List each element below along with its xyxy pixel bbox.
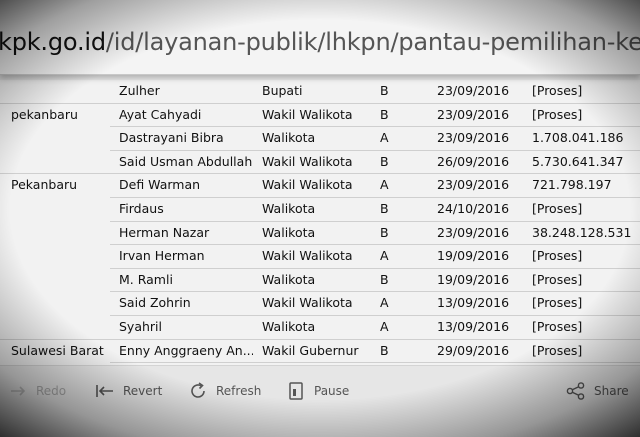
row-group: B <box>380 153 389 169</box>
pause-button[interactable]: Pause <box>288 380 349 402</box>
row-position: Wakil Walikota <box>262 295 353 311</box>
row-value: 721.798.197 <box>532 177 612 193</box>
row-date: 23/09/2016 <box>437 224 510 240</box>
row-date: 13/09/2016 <box>437 319 510 334</box>
row-region: Pekanbaru <box>11 177 78 193</box>
row-name: M. Ramli <box>119 271 173 287</box>
row-region: Sulawesi Barat <box>11 342 104 358</box>
redo-icon <box>11 386 26 396</box>
row-value: [Proses] <box>532 342 583 358</box>
row-date: 19/09/2016 <box>437 248 510 264</box>
row-value: 38.248.128.531 <box>532 224 632 240</box>
row-date: 23/09/2016 <box>437 106 510 122</box>
row-position: Bupati <box>262 83 303 98</box>
row-name: Said Usman Abdullah <box>119 153 253 169</box>
row-value: [Proses] <box>532 271 583 287</box>
row-value: [Proses] <box>532 201 583 216</box>
row-value: 1.708.041.186 <box>532 130 624 146</box>
url-path: /id/layanan-publik/lhkpn/pantau-pemiliha… <box>105 28 640 56</box>
revert-label: Revert <box>123 384 163 398</box>
row-name: Irvan Herman <box>119 248 205 264</box>
table-row: Herman Nazar Walikota B 23/09/2016 38.248.12… <box>0 222 640 246</box>
row-value: [Proses] <box>532 106 583 122</box>
row-name: Firdaus <box>119 201 164 216</box>
table-row: Syahril Walikota A 13/09/2016 [Proses] <box>0 316 640 340</box>
row-value: [Proses] <box>532 295 583 311</box>
row-name: Dastrayani Bibra <box>119 130 224 146</box>
row-date: 26/09/2016 <box>437 153 510 169</box>
row-position: Wakil Walikota <box>262 153 353 169</box>
address-bar[interactable]: kpk.go.id/id/layanan-publik/lhkpn/pantau… <box>0 0 640 75</box>
revert-icon <box>96 385 113 397</box>
redo-label: Redo <box>36 384 67 398</box>
row-region: pekanbaru <box>11 106 78 122</box>
row-date: 23/09/2016 <box>437 130 510 146</box>
row-group: A <box>380 130 389 146</box>
row-group: A <box>380 295 389 311</box>
share-label: Share <box>594 384 629 398</box>
row-date: 23/09/2016 <box>437 83 510 98</box>
row-name: Herman Nazar <box>119 224 210 240</box>
row-group: A <box>380 248 389 264</box>
row-position: Wakil Walikota <box>262 106 353 122</box>
table-row: Sulawesi Barat Enny Anggraeny An... Wakil … <box>0 340 640 364</box>
table-row: Said Zohrin Wakil Walikota A 13/09/2016 [Pro… <box>0 292 640 316</box>
row-position: Wakil Walikota <box>262 177 353 193</box>
pause-label: Pause <box>314 384 350 398</box>
row-date: 29/09/2016 <box>437 342 510 358</box>
row-name: Said Zohrin <box>119 295 191 311</box>
table-row: Zulher Bupati B 23/09/2016 [Proses] <box>0 80 640 104</box>
row-name: Ayat Cahyadi <box>119 106 202 122</box>
row-date: 24/10/2016 <box>437 201 510 216</box>
row-group: A <box>380 319 389 334</box>
row-position: Walikota <box>262 130 316 146</box>
row-value: [Proses] <box>532 248 583 264</box>
row-group: B <box>380 342 389 358</box>
row-position: Walikota <box>262 319 316 334</box>
share-button[interactable]: Share <box>566 380 629 402</box>
row-group: B <box>380 83 389 98</box>
row-name: Enny Anggraeny An... <box>119 342 253 358</box>
row-position: Wakil Walikota <box>262 248 353 264</box>
row-group: B <box>380 106 389 122</box>
lhkpn-table: Zulher Bupati B 23/09/2016 [Proses] pekanbaru… <box>0 80 640 365</box>
row-group: B <box>380 271 389 287</box>
row-group: A <box>380 177 389 193</box>
redo-button[interactable]: Redo <box>10 380 66 402</box>
table-row: Irvan Herman Wakil Walikota A 19/09/2016 [Pr… <box>0 245 640 269</box>
url-text[interactable]: kpk.go.id/id/layanan-publik/lhkpn/pantau… <box>0 28 640 56</box>
row-name: Defi Warman <box>119 177 201 193</box>
row-value: 5.730.641.347 <box>532 153 624 169</box>
row-name: Zulher <box>119 83 160 98</box>
table-row: pekanbaru Ayat Cahyadi Wakil Walikota B 23/0… <box>0 104 640 128</box>
row-name: Syahril <box>119 319 162 334</box>
row-date: 23/09/2016 <box>437 177 510 193</box>
row-group: B <box>380 224 389 240</box>
row-position: Walikota <box>262 224 316 240</box>
row-position: Wakil Gubernur <box>262 342 359 358</box>
browser-window: kpk.go.id/id/layanan-publik/lhkpn/pantau… <box>0 0 640 437</box>
row-group: B <box>380 201 389 216</box>
row-position: Walikota <box>262 271 316 287</box>
revert-button[interactable]: Revert <box>95 380 162 402</box>
table-row: Said Usman Abdullah Wakil Walikota B 26/09/… <box>0 151 640 175</box>
refresh-button[interactable]: Refresh <box>188 380 261 402</box>
table-row: Pekanbaru Defi Warman Wakil Walikota A 23/09… <box>0 174 640 198</box>
pause-icon <box>289 382 303 400</box>
bottom-toolbar: Redo Revert Refresh Pause Share <box>0 365 640 437</box>
refresh-label: Refresh <box>216 384 262 398</box>
url-domain: kpk.go.id <box>0 28 106 56</box>
row-date: 13/09/2016 <box>437 295 510 311</box>
row-divider <box>110 362 640 364</box>
row-value: [Proses] <box>532 83 583 98</box>
row-value: [Proses] <box>532 319 583 334</box>
table-row: Firdaus Walikota B 24/10/2016 [Proses] <box>0 198 640 222</box>
row-date: 19/09/2016 <box>437 271 510 287</box>
row-position: Walikota <box>262 201 316 216</box>
share-icon <box>566 382 585 400</box>
table-row: M. Ramli Walikota B 19/09/2016 [Proses] <box>0 269 640 293</box>
table-row: Dastrayani Bibra Walikota A 23/09/2016 1.708… <box>0 127 640 151</box>
refresh-icon <box>191 382 205 398</box>
